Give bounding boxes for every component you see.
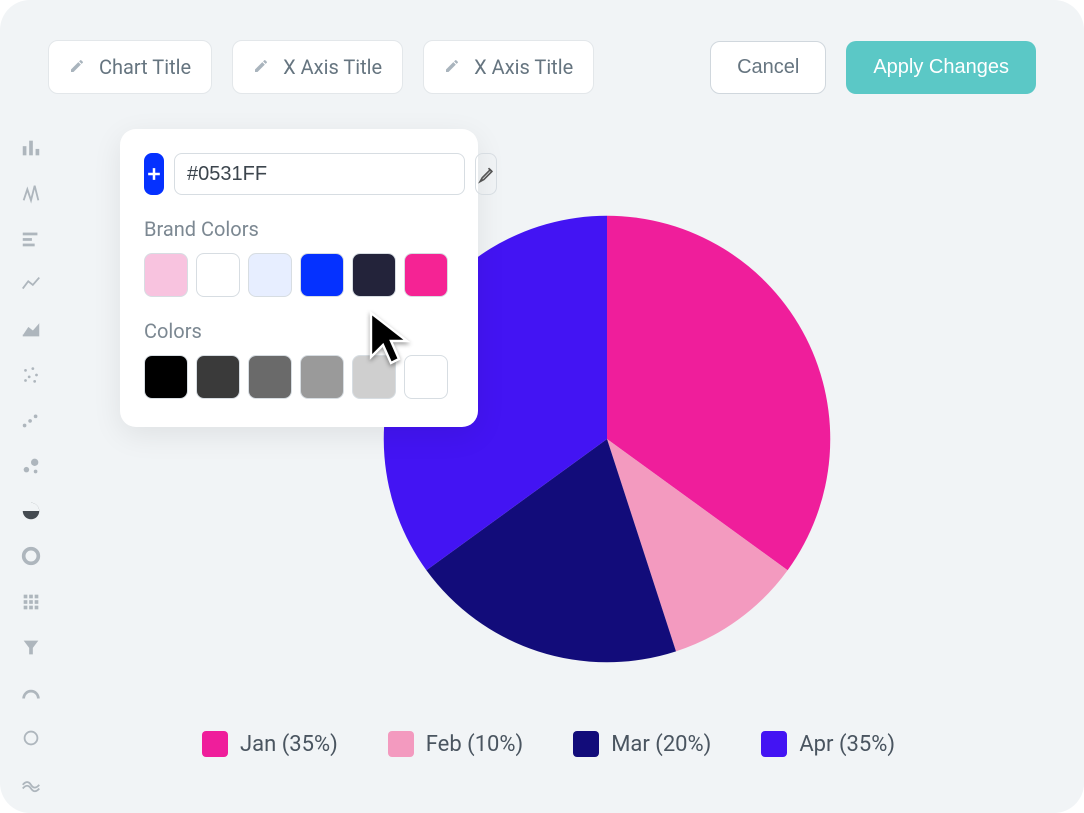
chart-legend: Jan (35%) Feb (10%) Mar (20%) Apr (35%): [202, 731, 895, 757]
brand-color-swatch-2[interactable]: [248, 253, 292, 297]
brand-color-swatch-0[interactable]: [144, 253, 188, 297]
funnel-icon[interactable]: [16, 633, 46, 660]
brand-color-swatch-1[interactable]: [196, 253, 240, 297]
apply-changes-button[interactable]: Apply Changes: [846, 41, 1036, 94]
color-swatch-0[interactable]: [144, 355, 188, 399]
legend-label: Apr (35%): [799, 732, 895, 757]
cancel-button[interactable]: Cancel: [710, 41, 826, 94]
x-axis-title-label-1: X Axis Title: [283, 55, 382, 79]
eyedropper-button[interactable]: [475, 153, 497, 195]
matrix-icon[interactable]: [16, 588, 46, 615]
pencil-icon: [69, 55, 85, 79]
pie-chart-icon[interactable]: [16, 497, 46, 524]
donut-chart-icon[interactable]: [16, 543, 46, 570]
add-color-button[interactable]: [144, 153, 164, 195]
color-swatch-2[interactable]: [248, 355, 292, 399]
pencil-icon: [253, 55, 269, 79]
brand-color-swatch-3[interactable]: [300, 253, 344, 297]
chart-canvas: Jan (35%) Feb (10%) Mar (20%) Apr (35%) Bra…: [72, 124, 1084, 797]
chart-type-sidebar: [0, 94, 62, 797]
pencil-icon: [444, 55, 460, 79]
legend-item-jan[interactable]: Jan (35%): [202, 731, 338, 757]
legend-swatch: [388, 731, 414, 757]
x-axis-title-label-2: X Axis Title: [474, 55, 573, 79]
color-swatch-3[interactable]: [300, 355, 344, 399]
bubble-chart-icon[interactable]: [16, 452, 46, 479]
legend-label: Jan (35%): [240, 732, 338, 757]
column-chart-icon[interactable]: [16, 179, 46, 206]
brand-colors-label: Brand Colors: [144, 217, 454, 241]
legend-label: Mar (20%): [611, 732, 711, 757]
legend-swatch: [761, 731, 787, 757]
brand-color-swatch-5[interactable]: [404, 253, 448, 297]
legend-swatch: [202, 731, 228, 757]
x-axis-title-field-1[interactable]: X Axis Title: [232, 40, 403, 94]
line-chart-icon[interactable]: [16, 270, 46, 297]
legend-item-feb[interactable]: Feb (10%): [388, 731, 523, 757]
scatter-points-icon[interactable]: [16, 406, 46, 433]
bar-chart-icon[interactable]: [16, 134, 46, 161]
legend-label: Feb (10%): [426, 732, 523, 757]
brand-color-swatch-4[interactable]: [352, 253, 396, 297]
color-picker-popover: Brand Colors Colors: [120, 129, 478, 427]
color-swatch-4[interactable]: [352, 355, 396, 399]
color-swatch-5[interactable]: [404, 355, 448, 399]
chart-title-label: Chart Title: [99, 55, 191, 79]
x-axis-title-field-2[interactable]: X Axis Title: [423, 40, 594, 94]
scatter-dots-icon[interactable]: [16, 361, 46, 388]
horizontal-bar-icon[interactable]: [16, 225, 46, 252]
stream-icon[interactable]: [16, 770, 46, 797]
hex-input[interactable]: [174, 153, 465, 195]
ring-icon[interactable]: [16, 724, 46, 751]
color-swatch-1[interactable]: [196, 355, 240, 399]
legend-swatch: [573, 731, 599, 757]
chart-title-field[interactable]: Chart Title: [48, 40, 212, 94]
area-chart-icon[interactable]: [16, 316, 46, 343]
gauge-icon[interactable]: [16, 679, 46, 706]
legend-item-apr[interactable]: Apr (35%): [761, 731, 895, 757]
colors-label: Colors: [144, 319, 454, 343]
legend-item-mar[interactable]: Mar (20%): [573, 731, 711, 757]
